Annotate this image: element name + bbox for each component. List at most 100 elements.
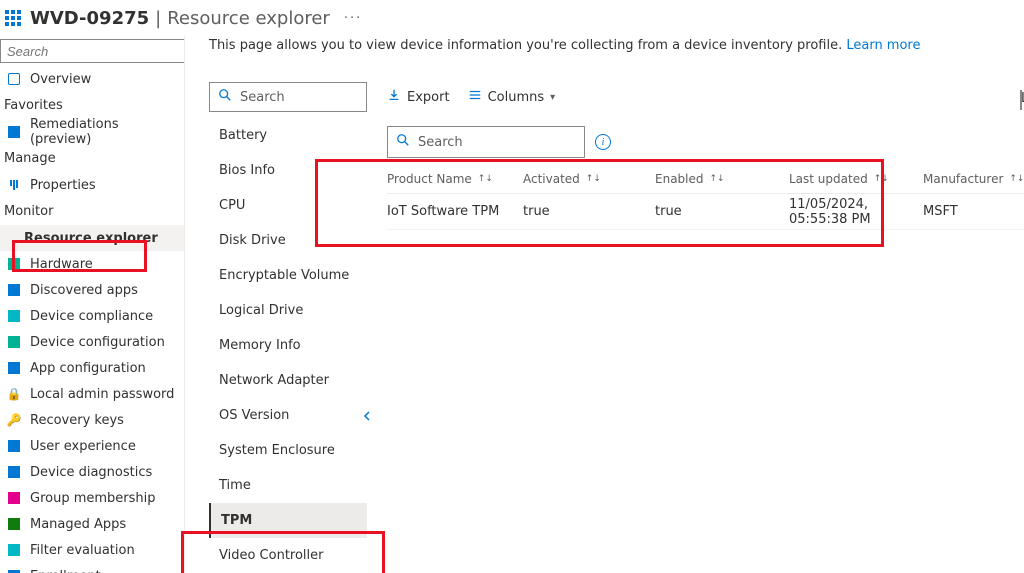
search-icon — [396, 133, 410, 151]
nav-label: Device diagnostics — [30, 465, 152, 480]
nav-label: Managed Apps — [30, 517, 126, 532]
nav-app-configuration[interactable]: App configuration — [0, 355, 184, 381]
category-item-logical-drive[interactable]: Logical Drive — [209, 293, 367, 328]
col-manufacturer[interactable]: Manufacturer↑↓ — [923, 172, 1013, 186]
category-item-video-controller[interactable]: Video Controller — [209, 538, 367, 573]
category-search-input[interactable]: Search — [209, 82, 367, 112]
nav-discovered-apps[interactable]: Discovered apps — [0, 277, 184, 303]
nav-device-compliance[interactable]: Device compliance — [0, 303, 184, 329]
nav-label: Enrollment — [30, 569, 101, 573]
enrollment-icon — [6, 568, 22, 573]
discovered-apps-icon — [6, 282, 22, 298]
page-subtitle: Resource explorer — [167, 8, 330, 29]
sidebar: ✕ « Overview Favorites Remediations (pre… — [0, 36, 185, 573]
device-compliance-icon — [6, 308, 22, 324]
sort-icon: ↑↓ — [874, 174, 889, 184]
content-pane: This page allows you to view device info… — [185, 36, 1024, 573]
category-item-battery[interactable]: Battery — [209, 118, 367, 153]
cell-activated: true — [523, 204, 655, 219]
nav-label: User experience — [30, 439, 136, 454]
sort-icon: ↑↓ — [478, 174, 493, 184]
info-icon[interactable]: i — [595, 134, 611, 150]
main-panel: Export Columns ▾ L Search — [367, 50, 1024, 573]
category-item-network-adapter[interactable]: Network Adapter — [209, 363, 367, 398]
columns-icon — [468, 88, 482, 106]
key-icon: 🔑 — [6, 412, 22, 428]
cell-product-name: IoT Software TPM — [387, 204, 523, 219]
app-configuration-icon — [6, 360, 22, 376]
col-product-name[interactable]: Product Name↑↓ — [387, 172, 523, 186]
nav-recovery-keys[interactable]: 🔑 Recovery keys — [0, 407, 184, 433]
cell-manufacturer: MSFT — [923, 204, 1013, 219]
col-enabled[interactable]: Enabled↑↓ — [655, 172, 789, 186]
cell-enabled: true — [655, 204, 789, 219]
device-diagnostics-icon — [6, 464, 22, 480]
nav-overview[interactable]: Overview — [0, 66, 184, 92]
nav-filter-evaluation[interactable]: Filter evaluation — [0, 537, 184, 563]
nav-group-membership[interactable]: Group membership — [0, 485, 184, 511]
export-label: Export — [407, 90, 450, 105]
hardware-icon — [6, 256, 22, 272]
overview-icon — [6, 71, 22, 87]
group-membership-icon — [6, 490, 22, 506]
nav-label: Local admin password — [30, 387, 174, 402]
nav-hardware[interactable]: Hardware — [0, 251, 184, 277]
nav-label: Device compliance — [30, 309, 153, 324]
nav-group-manage: Manage — [0, 145, 184, 172]
table-search-placeholder: Search — [418, 135, 463, 150]
nav-label: Recovery keys — [30, 413, 124, 428]
nav-group-favorites: Favorites — [0, 92, 184, 119]
nav-managed-apps[interactable]: Managed Apps — [0, 511, 184, 537]
category-panel: Search BatteryBios InfoCPUDisk DriveEncr… — [185, 50, 367, 573]
export-icon — [387, 88, 401, 106]
category-item-bios-info[interactable]: Bios Info — [209, 153, 367, 188]
nav-resource-explorer[interactable]: Resource explorer — [0, 225, 184, 251]
nav-local-admin-password[interactable]: 🔒 Local admin password — [0, 381, 184, 407]
nav-label: Discovered apps — [30, 283, 138, 298]
category-item-encryptable-volume[interactable]: Encryptable Volume — [209, 258, 367, 293]
filter-evaluation-icon — [6, 542, 22, 558]
nav-properties[interactable]: Properties — [0, 172, 184, 198]
managed-apps-icon — [6, 516, 22, 532]
sidebar-search-input[interactable] — [0, 39, 185, 63]
col-last-updated[interactable]: Last updated↑↓ — [789, 172, 923, 186]
nav-label: Resource explorer — [24, 231, 158, 246]
category-item-disk-drive[interactable]: Disk Drive — [209, 223, 367, 258]
columns-button[interactable]: Columns ▾ — [468, 88, 556, 106]
columns-label: Columns — [488, 90, 545, 105]
export-button[interactable]: Export — [387, 88, 450, 106]
waffle-icon[interactable] — [4, 9, 22, 27]
sort-icon: ↑↓ — [1009, 174, 1024, 184]
category-item-time[interactable]: Time — [209, 468, 367, 503]
search-icon — [218, 88, 232, 106]
category-item-cpu[interactable]: CPU — [209, 188, 367, 223]
nav-label: Device configuration — [30, 335, 165, 350]
remediations-icon — [6, 124, 22, 140]
table-header: Product Name↑↓ Activated↑↓ Enabled↑↓ Las… — [387, 164, 1024, 194]
category-item-system-enclosure[interactable]: System Enclosure — [209, 433, 367, 468]
nav-label: App configuration — [30, 361, 146, 376]
device-name: WVD-09275 — [30, 8, 149, 29]
more-actions-button[interactable]: ··· — [344, 11, 362, 26]
user-experience-icon — [6, 438, 22, 454]
page-title: WVD-09275 | Resource explorer — [30, 8, 330, 29]
col-activated[interactable]: Activated↑↓ — [523, 172, 655, 186]
table-row[interactable]: IoT Software TPM true true 11/05/2024, 0… — [387, 194, 1024, 230]
nav-label: Overview — [30, 72, 91, 87]
nav-group-monitor: Monitor — [0, 198, 184, 225]
nav-label: Hardware — [30, 257, 93, 272]
nav-device-diagnostics[interactable]: Device diagnostics — [0, 459, 184, 485]
category-item-memory-info[interactable]: Memory Info — [209, 328, 367, 363]
sort-icon: ↑↓ — [710, 174, 725, 184]
category-search-placeholder: Search — [240, 90, 285, 105]
truncated-search-box[interactable]: L — [1020, 90, 1022, 110]
nav-enrollment[interactable]: Enrollment — [0, 563, 184, 573]
nav-remediations[interactable]: Remediations (preview) — [0, 119, 184, 145]
nav-label: Filter evaluation — [30, 543, 135, 558]
category-item-tpm[interactable]: TPM — [209, 503, 367, 538]
table-search-input[interactable]: Search — [387, 126, 585, 158]
nav-device-configuration[interactable]: Device configuration — [0, 329, 184, 355]
category-item-os-version[interactable]: OS Version — [209, 398, 367, 433]
nav-user-experience[interactable]: User experience — [0, 433, 184, 459]
device-configuration-icon — [6, 334, 22, 350]
